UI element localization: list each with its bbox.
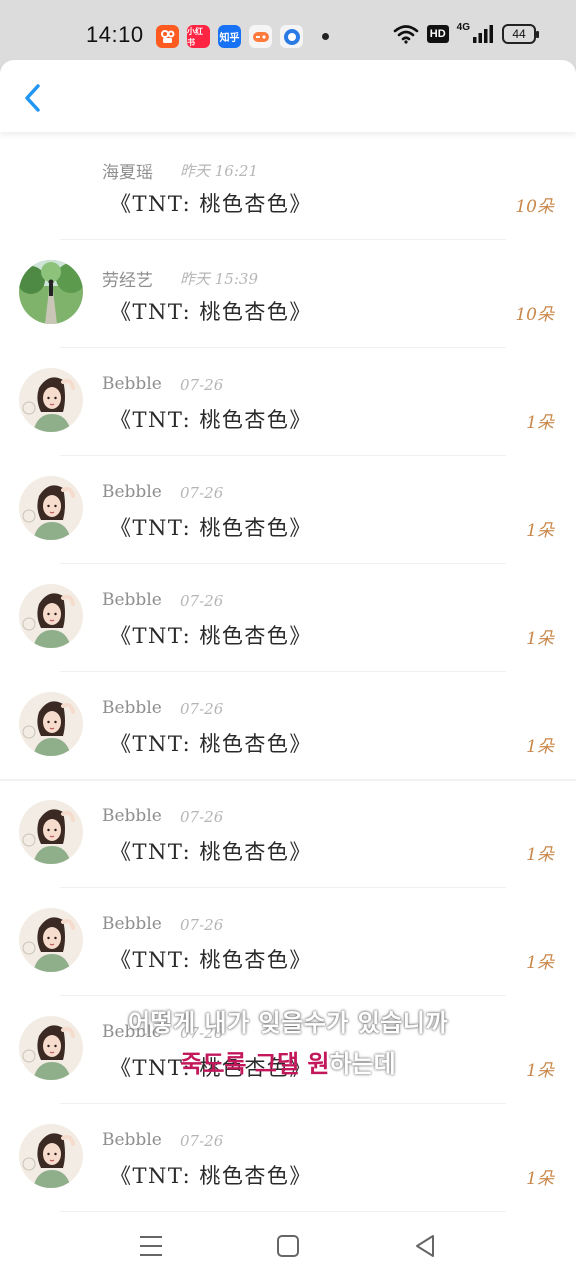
menu-icon: [140, 1236, 162, 1256]
zhihu-icon: 知乎: [218, 25, 241, 48]
gift-amount: 10朵: [515, 197, 554, 217]
send-time: 07-26: [180, 700, 224, 718]
send-time: 07-26: [180, 484, 224, 502]
gift-book-title: 《TNT: 桃色杏色》: [110, 300, 312, 324]
list-item[interactable]: Bebble 07-26 《TNT: 桃色杏色》 1朵: [0, 348, 576, 456]
gift-amount: 1朵: [526, 1061, 554, 1081]
gift-amount: 1朵: [526, 1169, 554, 1189]
list-item[interactable]: Bebble 07-26 《TNT: 桃色杏色》 1朵: [0, 780, 576, 888]
avatar[interactable]: [19, 1016, 83, 1080]
divider: [0, 779, 576, 781]
gift-book-title: 《TNT: 桃色杏色》: [110, 624, 312, 648]
avatar[interactable]: [19, 1124, 83, 1188]
list-item[interactable]: Bebble 07-26 《TNT: 桃色杏色》 1朵: [0, 456, 576, 564]
send-time: 昨天 16:21: [180, 162, 258, 180]
app-circle-icon: [280, 25, 303, 48]
gift-book-title: 《TNT: 桃色杏色》: [110, 408, 312, 432]
sender-name: Bebble: [102, 914, 162, 934]
status-app-icons: 小红书 知乎: [156, 25, 303, 48]
list-item[interactable]: 劳经艺 昨天 15:39 《TNT: 桃色杏色》 10朵: [0, 240, 576, 348]
wifi-icon: [393, 25, 419, 44]
avatar[interactable]: [19, 584, 83, 648]
recents-button[interactable]: [131, 1226, 171, 1266]
send-time: 07-26: [180, 592, 224, 610]
sender-name: Bebble: [102, 1022, 162, 1042]
signal-icon: [473, 25, 493, 43]
gift-amount: 1朵: [526, 413, 554, 433]
network-type-label: 4G: [456, 21, 470, 33]
send-time: 07-26: [180, 808, 224, 826]
navigation-bar: [0, 1212, 576, 1280]
battery-icon: 44: [502, 24, 539, 44]
gift-book-title: 《TNT: 桃色杏色》: [110, 948, 312, 972]
gift-amount: 10朵: [515, 305, 554, 325]
notification-dot: [322, 33, 329, 40]
avatar[interactable]: [19, 476, 83, 540]
avatar[interactable]: [19, 368, 83, 432]
list-item[interactable]: Bebble 07-26 《TNT: 桃色杏色》 1朵: [0, 564, 576, 672]
gift-book-title: 《TNT: 桃色杏色》: [110, 840, 312, 864]
list-item[interactable]: Bebble 07-26 《TNT: 桃色杏色》 1朵: [0, 1104, 576, 1212]
sender-name: Bebble: [102, 1130, 162, 1150]
sender-name: Bebble: [102, 374, 162, 394]
gift-book-title: 《TNT: 桃色杏色》: [110, 1056, 312, 1080]
avatar[interactable]: [19, 908, 83, 972]
status-indicators: HD 4G 44: [393, 21, 539, 44]
back-button[interactable]: [14, 80, 50, 116]
gift-amount: 1朵: [526, 629, 554, 649]
send-time: 07-26: [180, 916, 224, 934]
sender-name: 海夏瑶: [102, 163, 153, 183]
status-time: 14:10: [86, 22, 144, 47]
sender-name: Bebble: [102, 698, 162, 718]
send-time: 07-26: [180, 1024, 224, 1042]
sender-name: Bebble: [102, 482, 162, 502]
list-item[interactable]: Bebble 07-26 《TNT: 桃色杏色》 1朵: [0, 996, 576, 1104]
avatar[interactable]: [19, 260, 83, 324]
sender-name: Bebble: [102, 590, 162, 610]
sender-name: 劳经艺: [102, 271, 153, 291]
avatar[interactable]: [19, 692, 83, 756]
home-square-icon: [277, 1235, 299, 1257]
list-item[interactable]: 海夏瑶 昨天 16:21 《TNT: 桃色杏色》 10朵: [0, 132, 576, 240]
sender-name: Bebble: [102, 806, 162, 826]
avatar[interactable]: [19, 800, 83, 864]
back-triangle-icon: [416, 1235, 434, 1257]
send-time: 07-26: [180, 1132, 224, 1150]
list-item[interactable]: Bebble 07-26 《TNT: 桃色杏色》 1朵: [0, 888, 576, 996]
send-time: 昨天 15:39: [180, 270, 258, 288]
gift-book-title: 《TNT: 桃色杏色》: [110, 516, 312, 540]
gift-amount: 1朵: [526, 737, 554, 757]
back-nav-button[interactable]: [405, 1226, 445, 1266]
list-item[interactable]: Bebble 07-26 《TNT: 桃色杏色》 1朵: [0, 672, 576, 780]
kuaishou-icon: [156, 25, 179, 48]
gift-amount: 1朵: [526, 953, 554, 973]
gift-book-title: 《TNT: 桃色杏色》: [110, 192, 312, 216]
gift-book-title: 《TNT: 桃色杏色》: [110, 732, 312, 756]
game-icon: [249, 25, 272, 48]
xiaohongshu-icon: 小红书: [187, 25, 210, 48]
home-button[interactable]: [268, 1226, 308, 1266]
header-bar: [0, 60, 576, 132]
gift-record-list: 海夏瑶 昨天 16:21 《TNT: 桃色杏色》 10朵 劳经艺 昨天 15:39 《TNT…: [0, 132, 576, 1212]
gift-amount: 1朵: [526, 845, 554, 865]
gift-book-title: 《TNT: 桃色杏色》: [110, 1164, 312, 1188]
hd-badge: HD: [426, 25, 449, 43]
chevron-left-icon: [25, 84, 40, 112]
gift-amount: 1朵: [526, 521, 554, 541]
send-time: 07-26: [180, 376, 224, 394]
